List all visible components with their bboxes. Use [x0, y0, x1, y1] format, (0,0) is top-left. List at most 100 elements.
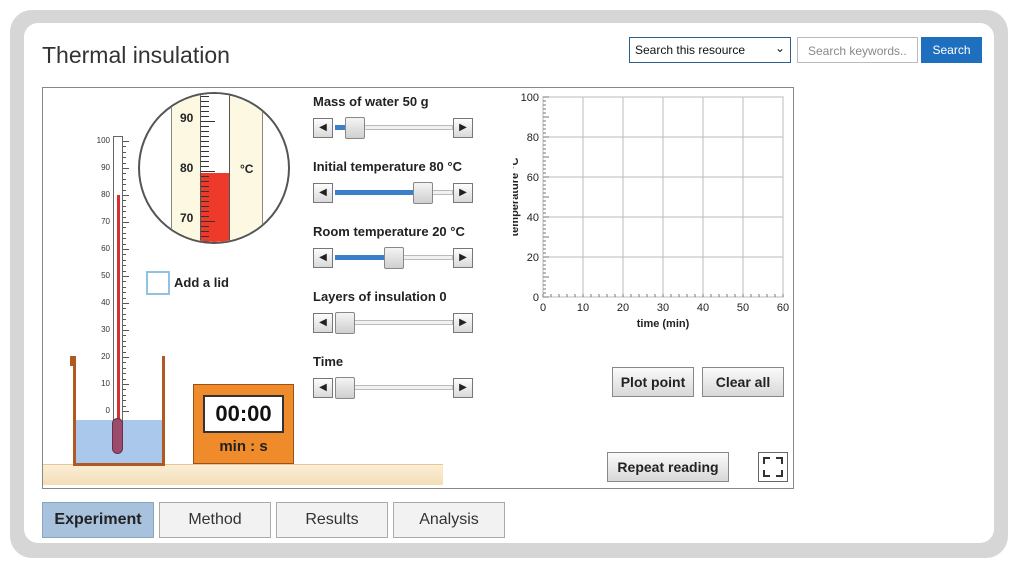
- thermometer-scale-label: 40: [101, 298, 110, 307]
- stopwatch: 00:00 min : s: [193, 384, 294, 464]
- thermometer-tick: [123, 367, 126, 369]
- zoom-tick: [201, 231, 209, 232]
- zoom-tick: [201, 141, 209, 142]
- decrease-arrow-icon[interactable]: ◀: [313, 313, 333, 333]
- zoom-tick: [201, 236, 209, 237]
- slider[interactable]: ◀ ▶: [313, 247, 475, 270]
- tab-experiment[interactable]: Experiment: [42, 502, 154, 538]
- slider-thumb[interactable]: [335, 312, 355, 334]
- increase-arrow-icon[interactable]: ▶: [453, 118, 473, 138]
- add-lid-checkbox[interactable]: [146, 271, 170, 295]
- increase-arrow-icon[interactable]: ▶: [453, 183, 473, 203]
- thermometer-tick: [123, 151, 126, 153]
- increase-arrow-icon[interactable]: ▶: [453, 378, 473, 398]
- zoom-tick: [201, 136, 209, 137]
- y-tick-label: 20: [527, 252, 539, 264]
- plot-point-button[interactable]: Plot point: [612, 367, 694, 397]
- zoom-label-90: 90: [180, 111, 194, 125]
- thermometer-tick: [123, 330, 129, 331]
- x-tick-label: 10: [577, 302, 589, 314]
- thermometer-tick: [123, 400, 126, 402]
- thermometer-tick: [123, 173, 126, 175]
- search-input[interactable]: Search keywords..: [797, 37, 918, 63]
- y-tick-label: 80: [527, 132, 539, 144]
- thermometer-tick: [123, 227, 126, 229]
- thermometer-tick: [123, 303, 129, 304]
- thermometer-tick: [123, 189, 126, 191]
- thermometer-tick: [123, 286, 126, 288]
- thermometer-tick: [123, 157, 126, 159]
- slider-thumb[interactable]: [335, 377, 355, 399]
- fullscreen-icon[interactable]: [758, 452, 788, 482]
- thermometer-tick: [123, 292, 126, 294]
- thermometer-scale-label: 0: [105, 406, 110, 415]
- thermometer-tick: [123, 357, 129, 358]
- thermometer-tick: [123, 313, 126, 315]
- zoom-tick: [201, 181, 209, 182]
- zoom-tick: [201, 106, 209, 107]
- tab-method[interactable]: Method: [159, 502, 271, 538]
- slider[interactable]: ◀ ▶: [313, 182, 475, 205]
- y-tick-label: 60: [527, 172, 539, 184]
- thermometer-tick: [123, 195, 129, 196]
- clear-all-button[interactable]: Clear all: [702, 367, 784, 397]
- slider-label: Initial temperature 80 °C: [313, 159, 462, 174]
- zoom-tick: [201, 111, 209, 112]
- slider[interactable]: ◀ ▶: [313, 312, 475, 335]
- thermometer-tick: [123, 281, 126, 283]
- search-scope-select[interactable]: Search this resource ⌄: [629, 37, 791, 63]
- add-lid-label[interactable]: Add a lid: [174, 275, 229, 290]
- slider-thumb[interactable]: [345, 117, 365, 139]
- thermometer-scale-label: 30: [101, 325, 110, 334]
- chevron-down-icon: ⌄: [774, 41, 785, 55]
- y-tick-label: 40: [527, 212, 539, 224]
- thermometer-tick: [123, 270, 126, 272]
- zoom-tick: [201, 151, 209, 152]
- thermometer-bulb: [112, 418, 123, 454]
- increase-arrow-icon[interactable]: ▶: [453, 313, 473, 333]
- decrease-arrow-icon[interactable]: ◀: [313, 118, 333, 138]
- slider[interactable]: ◀ ▶: [313, 117, 475, 140]
- zoom-tick: [201, 116, 209, 117]
- slider-thumb[interactable]: [413, 182, 433, 204]
- zoom-tick: [201, 126, 209, 127]
- zoom-tick: [201, 131, 209, 132]
- zoom-unit: °C: [240, 162, 254, 176]
- thermometer-tick: [123, 308, 126, 310]
- slider-thumb[interactable]: [384, 247, 404, 269]
- thermometer-tick: [123, 324, 126, 326]
- x-tick-label: 60: [777, 302, 789, 314]
- tab-analysis[interactable]: Analysis: [393, 502, 505, 538]
- thermometer-tick: [123, 200, 126, 202]
- repeat-reading-button[interactable]: Repeat reading: [607, 452, 729, 482]
- zoom-tick: [201, 96, 209, 97]
- thermometer-tick: [123, 238, 126, 240]
- slider[interactable]: ◀ ▶: [313, 377, 475, 400]
- thermometer-tick: [123, 373, 126, 375]
- search-button[interactable]: Search: [921, 37, 982, 63]
- thermometer-tick: [123, 394, 126, 396]
- slider-label: Time: [313, 354, 344, 369]
- thermometer-tick: [123, 389, 126, 391]
- decrease-arrow-icon[interactable]: ◀: [313, 378, 333, 398]
- increase-arrow-icon[interactable]: ▶: [453, 248, 473, 268]
- decrease-arrow-icon[interactable]: ◀: [313, 183, 333, 203]
- thermometer-tick: [123, 346, 126, 348]
- zoom-tick: [201, 186, 209, 187]
- thermometer-tick: [123, 254, 126, 256]
- x-tick-label: 50: [737, 302, 749, 314]
- tab-results[interactable]: Results: [276, 502, 388, 538]
- thermometer-tick: [123, 249, 129, 250]
- stopwatch-unit: min : s: [219, 438, 268, 455]
- zoom-tick: [201, 216, 209, 217]
- decrease-arrow-icon[interactable]: ◀: [313, 248, 333, 268]
- bench-surface: [43, 464, 443, 485]
- zoom-label-80: 80: [180, 161, 194, 175]
- zoom-liquid: [201, 173, 229, 242]
- thermometer-tick: [123, 146, 126, 148]
- y-axis-label: temperature °C: [513, 157, 521, 236]
- thermometer-tick: [123, 162, 126, 164]
- thermometer-tick: [123, 362, 126, 364]
- thermometer-tick: [123, 205, 126, 207]
- x-tick-label: 20: [617, 302, 629, 314]
